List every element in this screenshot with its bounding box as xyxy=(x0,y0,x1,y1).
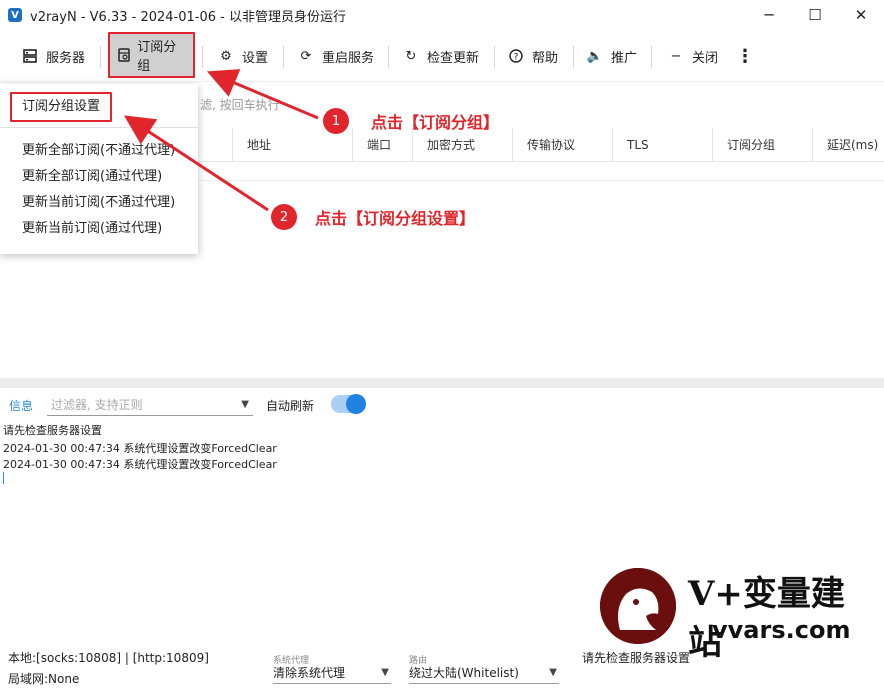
status-bar: 本地:[socks:10808] | [http:10809] 局域网:None… xyxy=(0,640,884,691)
gear-icon: ⚙ xyxy=(220,48,232,64)
settings-label: 设置 xyxy=(242,50,269,66)
gorilla-logo-icon xyxy=(600,568,676,644)
subscription-icon xyxy=(116,47,131,63)
auto-refresh-toggle[interactable] xyxy=(331,394,366,414)
annotation-text: 点击【订阅分组】 xyxy=(371,113,500,132)
speaker-icon: 🔈 xyxy=(586,48,604,64)
annotation-step-2: 2 点击【订阅分组设置】 xyxy=(271,204,475,230)
subscription-group-menu: 订阅分组设置 更新全部订阅(不通过代理) 更新全部订阅(通过代理) 更新当前订阅… xyxy=(0,84,198,254)
annotation-text: 点击【订阅分组设置】 xyxy=(315,209,476,228)
restart-service-label: 重启服务 xyxy=(322,50,375,66)
menu-item-update-all-no-proxy[interactable]: 更新全部订阅(不通过代理) xyxy=(22,139,175,158)
settings-button[interactable]: ⚙ 设置 xyxy=(218,36,268,76)
toolbar-divider xyxy=(283,46,284,68)
auto-refresh-label: 自动刷新 xyxy=(266,399,315,413)
watermark: V+变量建站 vvars.com xyxy=(600,564,860,663)
title-bar: V v2rayN - V6.33 - 2024-01-06 - 以非管理员身份运… xyxy=(0,0,884,30)
svg-text:?: ? xyxy=(514,53,519,63)
restart-icon: ⟳ xyxy=(300,48,312,64)
toolbar-divider xyxy=(651,46,652,68)
servers-button[interactable]: 服务器 xyxy=(22,36,85,76)
lan-status: 局域网:None xyxy=(8,672,80,686)
server-filter-hint: 滤, 按回车执行 xyxy=(200,98,280,112)
annotation-step-1: 1 点击【订阅分组】 xyxy=(323,108,499,134)
chevron-down-icon: ▼ xyxy=(381,667,389,678)
close-app-label: 关闭 xyxy=(692,50,719,66)
promote-label: 推广 xyxy=(611,50,638,66)
help-label: 帮助 xyxy=(532,50,559,66)
panel-splitter[interactable] xyxy=(0,378,884,388)
log-line: 请先检查服务器设置 xyxy=(3,424,102,437)
routing-select[interactable]: 绕过大陆(Whitelist) ▼ xyxy=(409,662,559,684)
step-badge: 2 xyxy=(271,204,297,230)
close-app-button[interactable]: − 关闭 xyxy=(668,36,718,76)
status-message: 请先检查服务器设置 xyxy=(582,651,691,665)
refresh-icon: ↻ xyxy=(405,48,417,64)
help-button[interactable]: ? 帮助 xyxy=(508,36,558,76)
server-icon xyxy=(22,48,38,64)
window-controls: ─ ☐ ✕ xyxy=(746,0,884,30)
toolbar-divider xyxy=(388,46,389,68)
log-line: 2024-01-30 00:47:34 系统代理设置改变ForcedClear xyxy=(3,458,277,471)
system-proxy-value: 清除系统代理 xyxy=(273,666,346,680)
v2rayn-app-icon: V xyxy=(8,8,22,22)
promote-button[interactable]: 🔈 推广 xyxy=(587,36,637,76)
more-options-button[interactable]: ⋮ xyxy=(736,36,754,76)
toolbar-divider xyxy=(494,46,495,68)
menu-item-update-current-via-proxy[interactable]: 更新当前订阅(通过代理) xyxy=(22,217,162,236)
subscription-group-label: 订阅分组 xyxy=(137,40,177,74)
log-filter-input[interactable]: 过滤器, 支持正则 ▼ xyxy=(47,394,253,416)
toolbar: 服务器 订阅分组 ⚙ 设置 ⟳ 重启服务 ↻ 检查更新 ? 帮助 🔈 推广 − … xyxy=(0,30,884,82)
restart-service-button[interactable]: ⟳ 重启服务 xyxy=(298,36,374,76)
column-header-tls[interactable]: TLS xyxy=(612,128,712,162)
log-toolbar: 信息 过滤器, 支持正则 ▼ 自动刷新 xyxy=(0,392,884,418)
toolbar-divider xyxy=(573,46,574,68)
minimize-button[interactable]: ─ xyxy=(746,0,792,30)
tab-info[interactable]: 信息 xyxy=(9,397,33,414)
chevron-down-icon[interactable]: ▼ xyxy=(241,394,249,416)
toolbar-divider xyxy=(100,46,101,68)
step-badge: 1 xyxy=(323,108,349,134)
close-window-button[interactable]: ✕ xyxy=(838,0,884,30)
text-cursor xyxy=(3,472,4,484)
local-proxy-ports: 本地:[socks:10808] | [http:10809] xyxy=(8,651,209,665)
subscription-group-button[interactable]: 订阅分组 xyxy=(108,32,195,78)
check-update-label: 检查更新 xyxy=(427,50,480,66)
menu-item-update-all-via-proxy[interactable]: 更新全部订阅(通过代理) xyxy=(22,165,162,184)
help-icon: ? xyxy=(508,48,524,64)
chevron-down-icon: ▼ xyxy=(549,667,557,678)
maximize-button[interactable]: ☐ xyxy=(792,0,838,30)
column-header-subscription-group[interactable]: 订阅分组 xyxy=(712,128,812,162)
system-proxy-select[interactable]: 清除系统代理 ▼ xyxy=(273,662,391,684)
routing-value: 绕过大陆(Whitelist) xyxy=(409,666,519,680)
toolbar-divider xyxy=(202,46,203,68)
menu-item-subscription-group-settings[interactable]: 订阅分组设置 xyxy=(10,92,112,122)
menu-divider xyxy=(0,127,198,128)
minus-icon: − xyxy=(670,48,682,64)
column-header-latency[interactable]: 延迟(ms) xyxy=(812,128,884,162)
toggle-knob xyxy=(346,394,366,414)
log-line: 2024-01-30 00:47:34 系统代理设置改变ForcedClear xyxy=(3,442,277,455)
servers-label: 服务器 xyxy=(46,50,86,66)
check-update-button[interactable]: ↻ 检查更新 xyxy=(403,36,479,76)
log-filter-placeholder: 过滤器, 支持正则 xyxy=(51,398,143,412)
menu-item-update-current-no-proxy[interactable]: 更新当前订阅(不通过代理) xyxy=(22,191,175,210)
column-header-transport[interactable]: 传输协议 xyxy=(512,128,612,162)
window-title: v2rayN - V6.33 - 2024-01-06 - 以非管理员身份运行 xyxy=(30,9,346,25)
